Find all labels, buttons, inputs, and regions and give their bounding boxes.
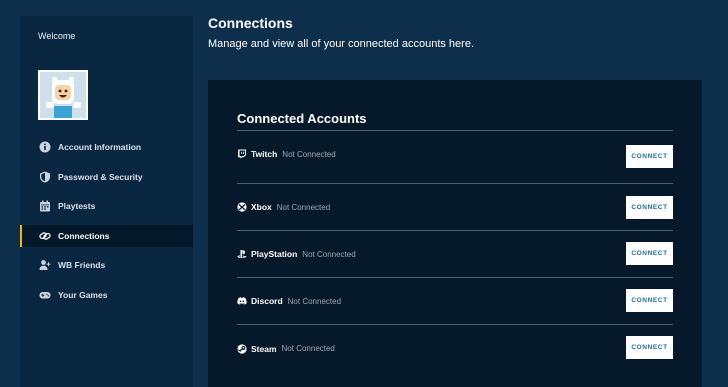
- gamepad-icon: [38, 288, 51, 301]
- account-name: Steam: [251, 343, 277, 354]
- welcome-label: Welcome: [38, 31, 76, 41]
- sidebar-item-playtests[interactable]: Playtests: [20, 195, 193, 217]
- divider: [237, 130, 673, 131]
- sidebar-item-your-games[interactable]: Your Games: [20, 284, 193, 306]
- sidebar-item-label: WB Friends: [58, 260, 106, 270]
- panel-title: Connected Accounts: [237, 111, 367, 126]
- sidebar-item-label: Account Information: [58, 142, 142, 152]
- info-icon: [38, 141, 51, 154]
- connect-steam-button[interactable]: CONNECT: [626, 336, 673, 359]
- sidebar: Welcome Account Information Password & S…: [20, 16, 193, 387]
- account-row-playstation: PlayStation Not Connected CONNECT: [237, 231, 673, 278]
- sidebar-item-account-information[interactable]: Account Information: [20, 136, 193, 158]
- account-status: Not Connected: [287, 296, 342, 306]
- account-name: PlayStation: [251, 249, 298, 259]
- account-row-discord: Discord Not Connected CONNECT: [237, 278, 673, 325]
- account-name: Discord: [251, 296, 283, 306]
- sidebar-item-label: Connections: [58, 230, 110, 241]
- sidebar-item-wb-friends[interactable]: WB Friends: [20, 254, 193, 276]
- connected-accounts-panel: Connected Accounts Twitch Not Connected …: [208, 80, 702, 387]
- avatar-image: [40, 72, 86, 118]
- account-status: Not Connected: [302, 249, 356, 259]
- sidebar-item-label: Password & Security: [58, 171, 143, 182]
- account-row-steam: Steam Not Connected CONNECT: [237, 325, 673, 372]
- account-status: Not Connected: [276, 202, 331, 212]
- shield-icon: [38, 170, 51, 183]
- account-name: Twitch: [251, 149, 278, 159]
- connect-discord-button[interactable]: CONNECT: [626, 289, 673, 312]
- twitch-icon: [237, 149, 247, 159]
- steam-icon: [237, 343, 247, 354]
- page-title: Connections: [208, 15, 293, 31]
- account-status: Not Connected: [282, 149, 336, 159]
- page-subtitle: Manage and view all of your connected ac…: [208, 38, 474, 50]
- sidebar-item-password-security[interactable]: Password & Security: [20, 166, 193, 188]
- link-icon: [38, 229, 51, 242]
- xbox-icon: [237, 202, 247, 212]
- sidebar-item-label: Playtests: [58, 201, 96, 211]
- discord-icon: [237, 296, 247, 306]
- sidebar-item-label: Your Games: [58, 289, 108, 300]
- add-friend-icon: [38, 259, 51, 272]
- sidebar-item-connections[interactable]: Connections: [20, 224, 193, 247]
- avatar: [38, 70, 88, 120]
- calendar-icon: [38, 200, 51, 213]
- playstation-icon: [237, 249, 247, 259]
- account-status: Not Connected: [281, 344, 335, 353]
- account-name: Xbox: [251, 202, 272, 212]
- sidebar-nav: Account Information Password & Security …: [20, 136, 193, 313]
- connect-twitch-button[interactable]: CONNECT: [626, 145, 673, 168]
- connect-playstation-button[interactable]: CONNECT: [626, 242, 673, 265]
- account-row-xbox: Xbox Not Connected CONNECT: [237, 184, 673, 231]
- account-row-twitch: Twitch Not Connected CONNECT: [237, 132, 673, 184]
- connect-xbox-button[interactable]: CONNECT: [626, 196, 673, 219]
